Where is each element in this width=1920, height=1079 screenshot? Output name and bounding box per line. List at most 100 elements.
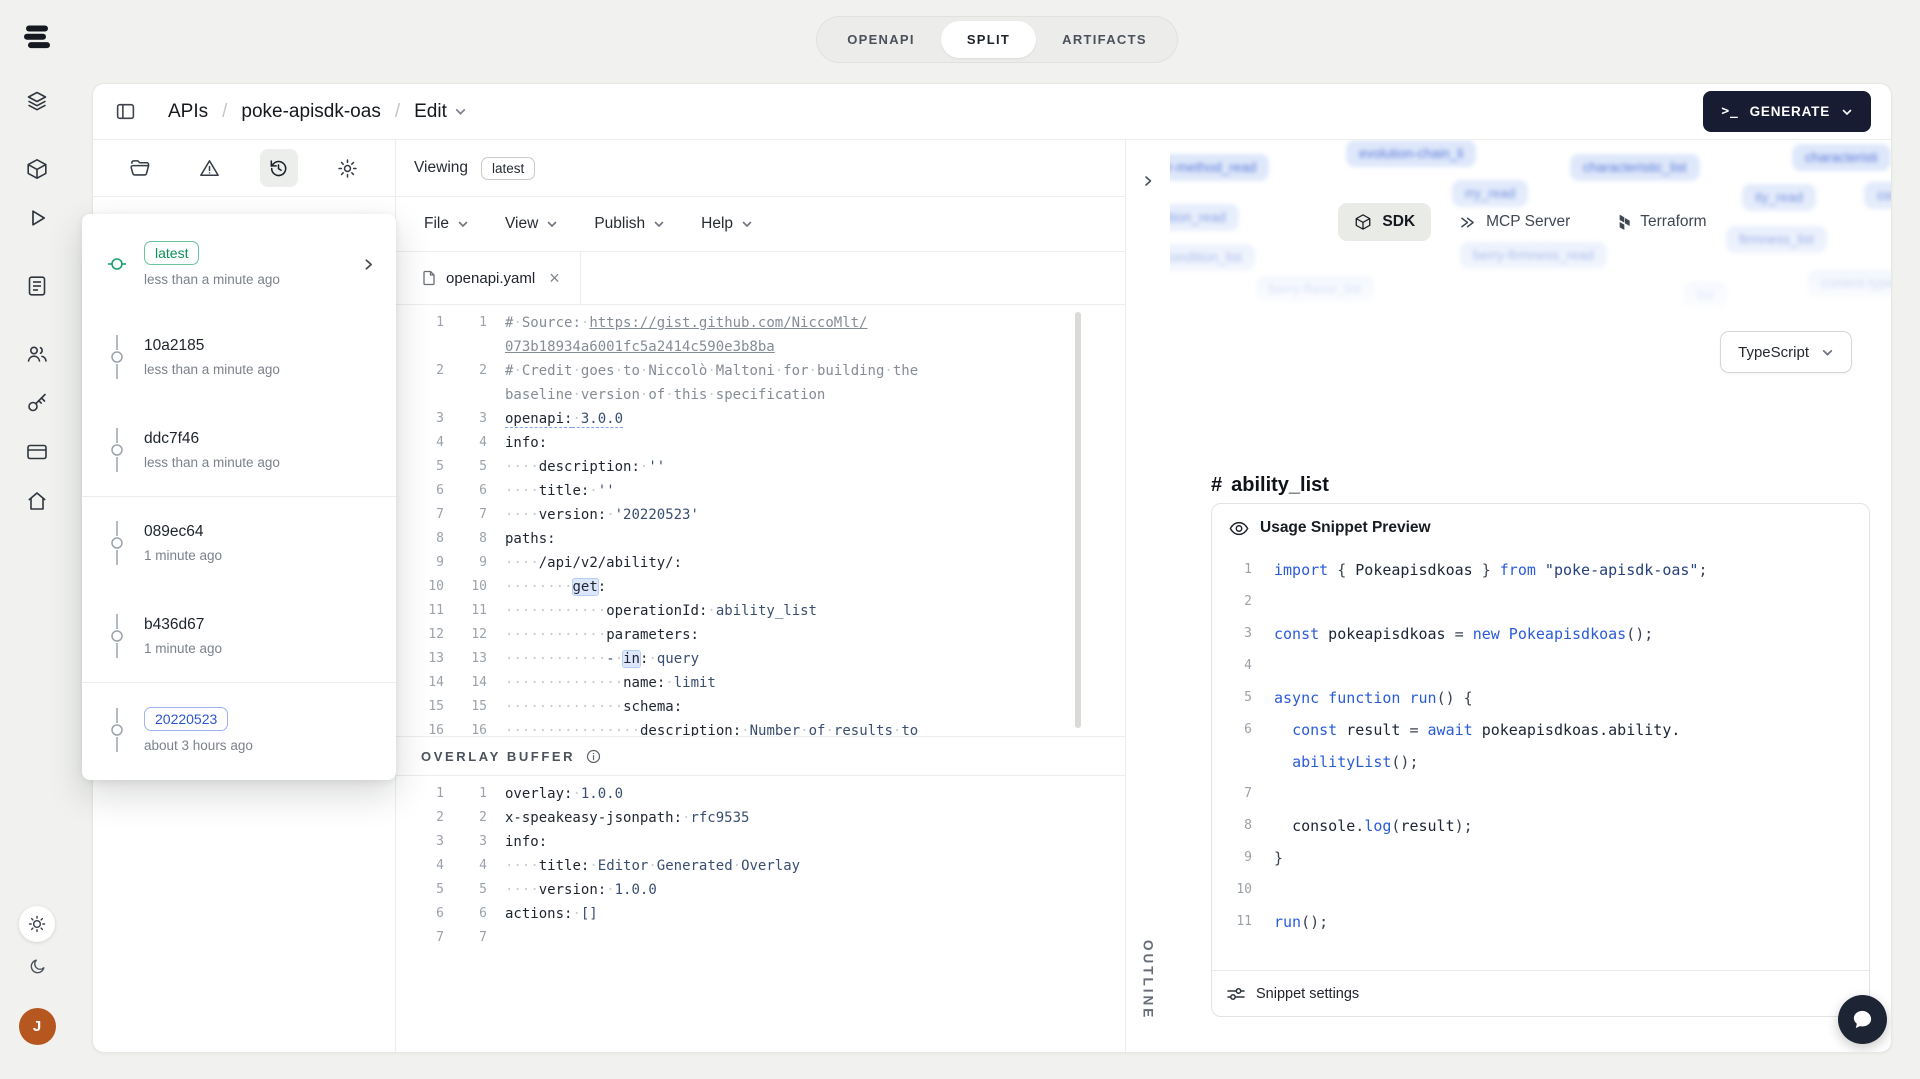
nav-run-icon[interactable] [17,205,57,231]
nav-users-icon[interactable] [17,341,57,367]
code-line: 8 8 paths: [396,527,1125,551]
history-item-ddc7f46[interactable]: ddc7f46 less than a minute ago [82,403,396,496]
breadcrumb-apis[interactable]: APIs [168,101,208,123]
line-number: 10 [1236,882,1252,897]
line-number: 11 [428,603,444,618]
nav-keys-icon[interactable] [17,390,57,416]
history-icon[interactable] [259,149,298,187]
chevron-down-icon [1841,106,1853,118]
menu-file[interactable]: File [424,215,469,233]
tab-openapi-yaml[interactable]: openapi.yaml × [396,252,581,304]
app-logo[interactable] [22,22,52,52]
code-line: 77 [396,926,1125,950]
line-number: 2 [436,363,444,378]
mcp-icon [1459,214,1476,231]
blurred-tag-pill: evolution-chain_li [1346,140,1477,167]
editor-scrollbar[interactable] [1075,312,1081,728]
folder-open-icon[interactable] [121,149,159,187]
generate-button[interactable]: >_ GENERATE [1703,91,1871,132]
code-line: 6 const result = await pokeapisdkoas.abi… [1212,714,1869,746]
nav-layers-icon[interactable] [17,88,57,114]
overlay-buffer-header: OVERLAY BUFFER [396,736,1125,776]
editor-tab-bar: openapi.yaml × [396,252,1125,305]
view-tab-split[interactable]: SPLIT [940,21,1037,58]
line-number: 1 [479,786,487,801]
line-number [396,335,444,359]
chevron-right-icon[interactable] [1141,174,1155,188]
view-tab-artifacts[interactable]: ARTIFACTS [1036,21,1173,58]
breadcrumb: APIs / poke-apisdk-oas / Edit [168,101,467,123]
code-line: 5 5 ····description:·'' [396,455,1125,479]
git-branch-icon [107,242,127,286]
theme-dark-button[interactable] [21,950,53,982]
line-number: 9 [436,555,444,570]
warning-triangle-icon[interactable] [190,149,228,187]
menu-view[interactable]: View [505,215,558,233]
menu-publish[interactable]: Publish [594,215,665,233]
line-number: 2 [1244,594,1252,609]
nav-docs-icon[interactable] [17,273,57,299]
language-select[interactable]: TypeScript [1720,331,1852,373]
menu-help[interactable]: Help [701,215,753,233]
code-line: 073b18934a6001fc5a2414c590e3b8ba [396,335,1125,359]
sliders-icon [1227,986,1245,1002]
snippet-settings-button[interactable]: Snippet settings [1212,970,1869,1016]
operation-heading: # ability_list [1211,474,1329,497]
user-avatar[interactable]: J [18,1008,56,1045]
blurred-tag-pill: characteristi [1792,144,1891,171]
history-item-latest[interactable]: latest less than a minute ago [82,218,396,311]
usage-snippet-code[interactable]: 1 import { Pokeapisdkoas } from "poke-api… [1212,552,1869,970]
nav-home-icon[interactable] [17,488,57,514]
line-number: 6 [1244,722,1252,737]
line-number: 14 [428,675,444,690]
target-tab-sdk[interactable]: SDK [1338,203,1432,241]
history-item-b436d67[interactable]: b436d67 1 minute ago [82,590,396,683]
code-line: 1 1 #·Source:·https://gist.github.com/Nicc… [396,311,1125,335]
blurred-tag-pill: contest-type_rea [1808,270,1891,297]
eye-icon [1229,521,1249,536]
code-line: 10 [1212,874,1869,906]
version-history-popover: latest less than a minute ago 10a2185 less … [82,214,396,780]
history-item-20220523[interactable]: 20220523 about 3 hours ago [82,683,396,776]
line-number: 2 [479,810,487,825]
blurred-tag-pill: r-condition_list [1170,244,1256,271]
theme-light-button[interactable] [19,906,55,942]
version-badge-latest: latest [144,241,200,266]
preview-column: nter-method_read evolution-chain_li charac… [1170,140,1891,1052]
history-item-10a2185[interactable]: 10a2185 less than a minute ago [82,311,396,404]
git-commit-icon [107,614,127,659]
view-tab-openapi[interactable]: OPENAPI [821,21,941,58]
chevron-right-icon [361,257,376,272]
top-view-switcher: OPENAPI SPLIT ARTIFACTS [74,16,1920,63]
nav-package-icon[interactable] [17,156,57,182]
info-icon[interactable] [586,749,601,764]
line-number [396,383,444,407]
terraform-icon [1614,213,1630,231]
line-number: 16 [428,723,444,736]
line-number: 4 [479,858,487,873]
sidebar-toggle-icon[interactable] [115,101,136,122]
nav-billing-icon[interactable] [17,439,57,465]
close-tab-icon[interactable]: × [549,269,560,287]
chat-button[interactable] [1838,995,1887,1044]
breadcrumb-edit-dropdown[interactable]: Edit [414,101,467,123]
breadcrumb-project[interactable]: poke-apisdk-oas [241,101,380,123]
history-item-089ec64[interactable]: 089ec64 1 minute ago [82,497,396,590]
line-number: 7 [436,507,444,522]
usage-snippet-card: Usage Snippet Preview 1 import { Pokeapis… [1211,503,1870,1017]
heading-hash: # [1211,474,1223,496]
blurred-tag-pill: nter-method_read [1170,154,1270,181]
chevron-down-icon [653,218,665,230]
code-line: 15 15 ··············schema: [396,695,1125,719]
line-number: 5 [1244,690,1252,705]
line-number: 7 [479,507,487,522]
target-tab-mcp-server[interactable]: MCP Server [1443,203,1586,241]
openapi-editor[interactable]: 1 1 #·Source:·https://gist.github.com/Nicc… [396,305,1125,736]
overlay-buffer-editor[interactable]: 1 1 overlay:·1.0.0 2 2 x-speakeasy-jsonpath:·… [396,776,1125,1052]
file-tab-name: openapi.yaml [446,269,536,287]
outline-label[interactable]: OUTLINE [1141,940,1156,1020]
settings-gear-icon[interactable] [329,149,367,187]
line-number: 6 [479,906,487,921]
target-tab-terraform[interactable]: Terraform [1598,203,1722,241]
line-number: 5 [479,882,487,897]
